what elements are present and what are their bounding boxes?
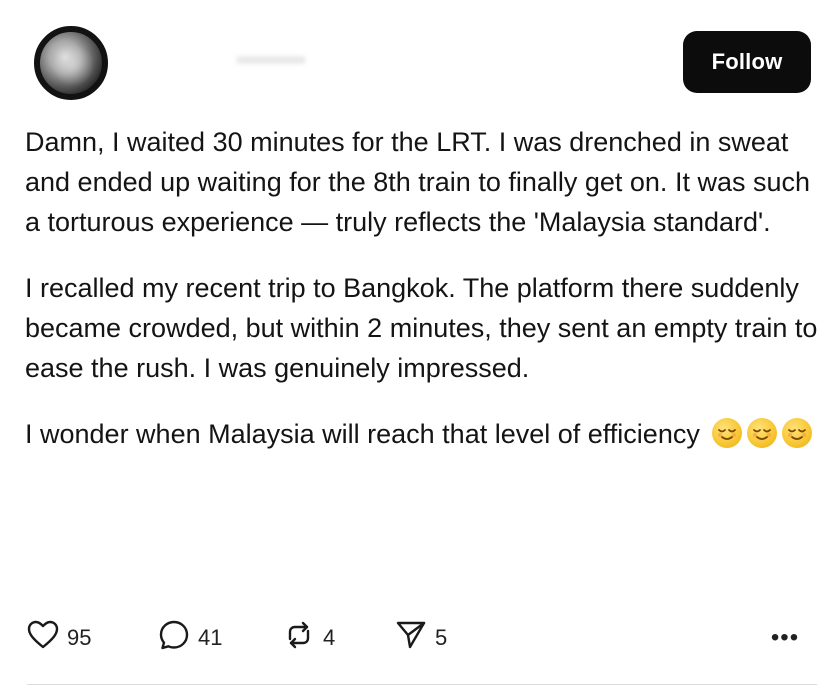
relieved-face-icon (782, 418, 813, 448)
post-paragraph: I recalled my recent trip to Bangkok. Th… (25, 273, 818, 383)
reply-count: 41 (198, 625, 223, 650)
post-paragraph: Damn, I waited 30 minutes for the LRT. I… (25, 127, 810, 237)
username-redacted (236, 56, 306, 64)
heart-icon (27, 620, 59, 656)
post-paragraph-text: I wonder when Malaysia will reach that l… (25, 419, 700, 449)
share-count: 5 (435, 625, 448, 650)
like-count: 95 (67, 625, 92, 650)
send-icon (395, 619, 427, 657)
avatar[interactable] (34, 26, 108, 100)
repost-count: 4 (323, 625, 336, 650)
post-actions: 95 41 4 5 ••• (27, 618, 807, 658)
post-text: Damn, I waited 30 minutes for the LRT. I… (25, 122, 825, 454)
more-options-button[interactable]: ••• (763, 622, 807, 654)
share-button[interactable]: 5 (395, 618, 447, 658)
follow-button[interactable]: Follow (683, 31, 811, 93)
more-icon: ••• (770, 624, 800, 651)
comment-icon (158, 619, 190, 657)
repost-icon (283, 619, 315, 657)
post-paragraph-last: I wonder when Malaysia will reach that l… (25, 414, 825, 454)
reply-button[interactable]: 41 (158, 618, 222, 658)
repost-button[interactable]: 4 (283, 618, 335, 658)
divider (27, 684, 817, 685)
relieved-face-icon (712, 418, 743, 448)
relieved-face-icon (747, 418, 778, 448)
like-button[interactable]: 95 (27, 618, 91, 658)
